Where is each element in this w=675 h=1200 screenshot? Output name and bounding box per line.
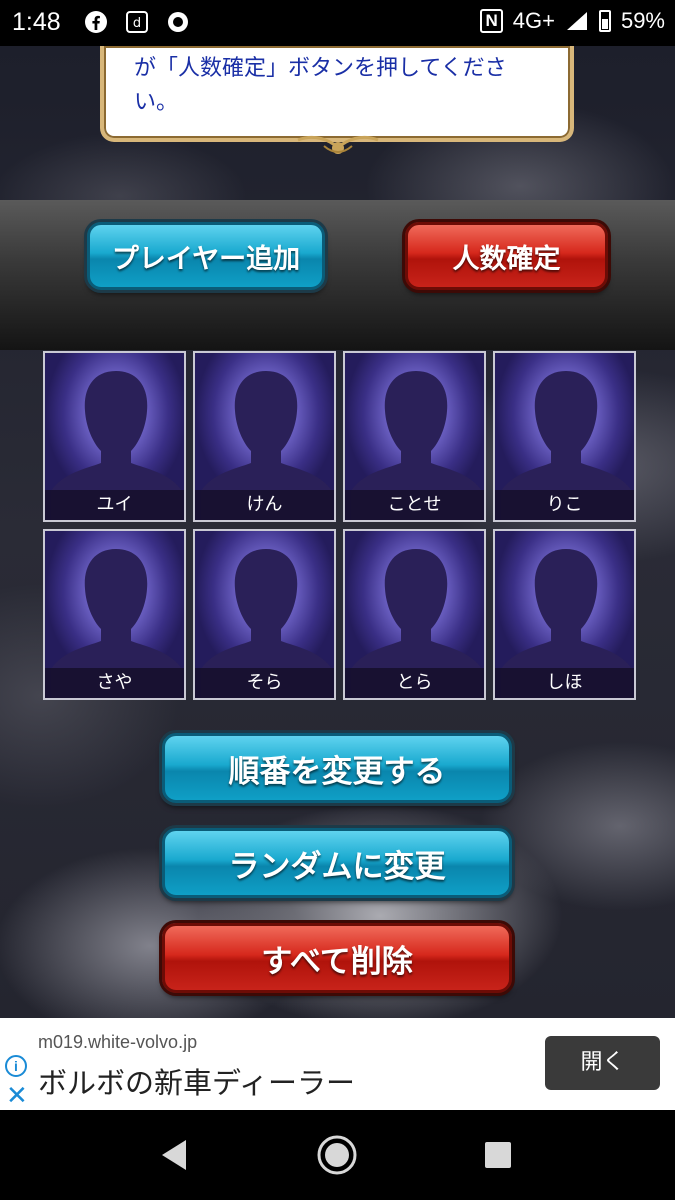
player-card[interactable]: しほ [493,529,636,700]
player-grid: ユイ けん ことせ りこ さや そら とら しほ [43,351,638,701]
add-player-button[interactable]: プレイヤー追加 [87,222,325,290]
recent-apps-icon[interactable] [483,1140,513,1170]
network-type: 4G+ [512,8,555,33]
record-icon [168,12,188,32]
confirm-count-button[interactable]: 人数確定 [405,222,608,290]
signal-icon [566,12,587,30]
player-name: そら [195,668,334,698]
player-card[interactable]: りこ [493,351,636,522]
player-card[interactable]: けん [193,351,336,522]
close-icon[interactable]: ✕ [6,1080,28,1111]
player-name: とら [345,668,484,698]
status-right: N 4G+ 59% [480,8,665,34]
ad-open-button[interactable]: 開く [545,1036,660,1090]
battery-level: 59% [620,8,665,33]
player-card[interactable]: さや [43,529,186,700]
player-name: ユイ [45,490,184,520]
svg-text:d: d [133,16,141,31]
player-card[interactable]: ユイ [43,351,186,522]
delete-all-button[interactable]: すべて削除 [162,923,512,993]
facebook-icon [85,11,107,33]
clock: 1:48 [12,8,61,36]
ad-banner[interactable]: i ✕ m019.white-volvo.jp ボルボの新車ディーラー 開く [0,1018,675,1110]
instruction-message: が「人数確定」ボタンを押してください。 [100,46,574,142]
player-name: けん [195,490,334,520]
player-name: ことせ [345,490,484,520]
top-button-bar: プレイヤー追加 人数確定 [0,200,675,350]
ad-title[interactable]: ボルボの新車ディーラー [38,1060,355,1102]
navigation-bar [0,1110,675,1200]
player-name: しほ [495,668,634,698]
info-icon[interactable]: i [5,1055,27,1077]
battery-icon [598,10,611,32]
player-card[interactable]: とら [343,529,486,700]
nfc-icon: N [480,9,503,33]
docomo-d-icon: d [126,11,148,33]
status-bar: 1:48 d N 4G+ 59% [0,0,675,46]
player-card[interactable]: ことせ [343,351,486,522]
ad-domain: m019.white-volvo.jp [38,1032,198,1052]
player-card[interactable]: そら [193,529,336,700]
change-order-button[interactable]: 順番を変更する [162,733,512,803]
randomize-button[interactable]: ランダムに変更 [162,828,512,898]
player-name: りこ [495,490,634,520]
back-icon[interactable] [158,1137,190,1173]
player-name: さや [45,668,184,698]
ornament-icon [297,135,379,154]
home-icon[interactable] [316,1134,358,1176]
